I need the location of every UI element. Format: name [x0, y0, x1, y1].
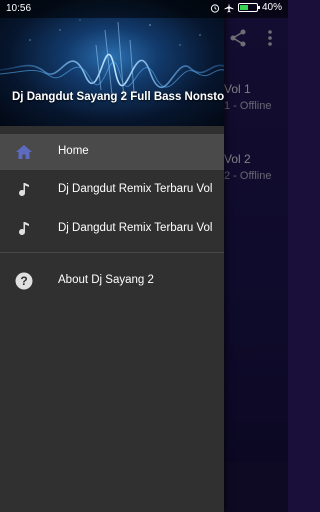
menu-item-label: About Dj Sayang 2 — [58, 274, 154, 286]
status-bar: 10:56 40% — [0, 0, 288, 18]
menu-item-remix-vol[interactable]: Dj Dangdut Remix Terbaru Vol — [0, 211, 224, 247]
menu-item-about[interactable]: ? About Dj Sayang 2 — [0, 263, 224, 299]
airplane-icon — [224, 3, 234, 13]
alarm-icon — [210, 3, 220, 13]
menu-item-label: Home — [58, 145, 89, 157]
music-note-icon — [14, 219, 34, 239]
menu-item-home[interactable]: Home — [0, 134, 224, 170]
menu-divider — [0, 252, 224, 253]
drawer-header-title: Dj Dangdut Sayang 2 Full Bass Nonstop — [12, 91, 224, 103]
music-note-icon — [14, 180, 34, 200]
menu-item-remix-vol[interactable]: Dj Dangdut Remix Terbaru Vol — [0, 172, 224, 208]
battery-icon — [237, 3, 260, 12]
status-time: 10:56 — [6, 3, 32, 14]
menu-item-label: Dj Dangdut Remix Terbaru Vol — [58, 222, 213, 234]
navigation-drawer: Dj Dangdut Sayang 2 Full Bass Nonstop Ho… — [0, 0, 224, 512]
status-icons: 40% — [210, 2, 282, 13]
help-icon: ? — [14, 271, 34, 291]
battery-percent: 40% — [261, 2, 282, 13]
audio-wave-graphic — [0, 19, 224, 101]
home-icon — [14, 142, 34, 162]
menu-item-label: Dj Dangdut Remix Terbaru Vol — [58, 183, 213, 195]
drawer-header: Dj Dangdut Sayang 2 Full Bass Nonstop — [0, 0, 224, 126]
svg-text:?: ? — [20, 274, 27, 288]
